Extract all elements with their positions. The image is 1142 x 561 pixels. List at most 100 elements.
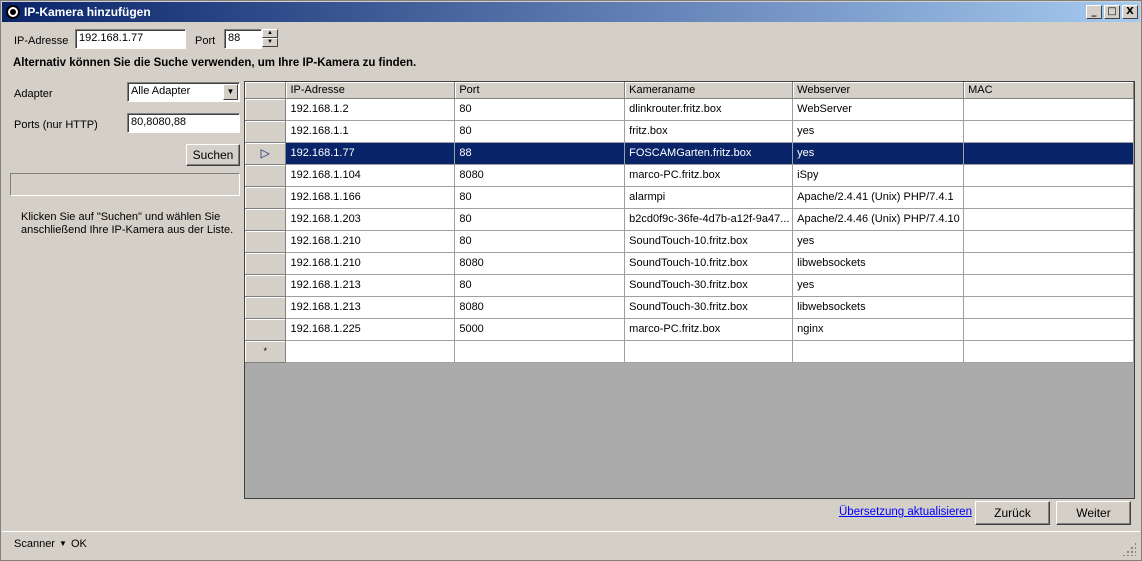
row-header[interactable] bbox=[245, 208, 287, 231]
update-translation-link[interactable]: Übersetzung aktualisieren bbox=[839, 506, 972, 518]
new-row-cell[interactable] bbox=[792, 340, 965, 363]
cell-ip[interactable]: 192.168.1.1 bbox=[285, 120, 456, 143]
cell-port[interactable]: 80 bbox=[454, 120, 626, 143]
cell-camera-name[interactable]: SoundTouch-30.fritz.box bbox=[624, 296, 794, 319]
table-row[interactable]: 192.168.1.166 80 alarmpi Apache/2.4.41 (Uni… bbox=[245, 186, 1134, 209]
search-button[interactable]: Suchen bbox=[186, 144, 240, 166]
close-button[interactable]: X bbox=[1122, 5, 1138, 19]
cell-port[interactable]: 80 bbox=[454, 186, 626, 209]
cell-mac[interactable] bbox=[963, 120, 1134, 143]
new-row-cell[interactable] bbox=[963, 340, 1134, 363]
cell-webserver[interactable]: libwebsockets bbox=[792, 252, 965, 275]
table-row[interactable]: 192.168.1.2 80 dlinkrouter.fritz.box WebSer… bbox=[245, 98, 1134, 121]
cell-ip[interactable]: 192.168.1.213 bbox=[285, 274, 456, 297]
table-row[interactable]: 192.168.1.210 80 SoundTouch-10.fritz.box ye… bbox=[245, 230, 1134, 253]
cell-mac[interactable] bbox=[963, 230, 1134, 253]
cell-mac[interactable] bbox=[963, 164, 1134, 187]
cell-webserver[interactable]: WebServer bbox=[792, 98, 965, 121]
cell-mac[interactable] bbox=[963, 98, 1134, 121]
cell-webserver[interactable]: nginx bbox=[792, 318, 965, 341]
cell-camera-name[interactable]: marco-PC.fritz.box bbox=[624, 318, 794, 341]
cell-webserver[interactable]: yes bbox=[792, 230, 965, 253]
new-row[interactable]: * bbox=[245, 340, 1134, 363]
cell-mac[interactable] bbox=[963, 186, 1134, 209]
adapter-select[interactable]: Alle Adapter ▼ bbox=[127, 82, 240, 102]
cell-port[interactable]: 88 bbox=[454, 142, 626, 165]
cell-mac[interactable] bbox=[963, 296, 1134, 319]
cell-mac[interactable] bbox=[963, 208, 1134, 231]
cell-camera-name[interactable]: alarmpi bbox=[624, 186, 794, 209]
cell-mac[interactable] bbox=[963, 142, 1134, 165]
table-row[interactable]: 192.168.1.203 80 b2cd0f9c-36fe-4d7b-a12f-9… bbox=[245, 208, 1134, 231]
table-row[interactable]: 192.168.1.104 8080 marco-PC.fritz.box iSpy bbox=[245, 164, 1134, 187]
table-row[interactable]: ▷ 192.168.1.77 88 FOSCAMGarten.fritz.box yes bbox=[245, 142, 1134, 165]
new-row-cell[interactable] bbox=[454, 340, 626, 363]
spin-down-icon[interactable]: ▼ bbox=[262, 38, 278, 47]
cell-ip[interactable]: 192.168.1.77 bbox=[285, 142, 456, 165]
title-bar[interactable]: IP-Kamera hinzufügen _ □ X bbox=[2, 2, 1140, 22]
cell-ip[interactable]: 192.168.1.210 bbox=[285, 230, 456, 253]
new-row-cell[interactable] bbox=[285, 340, 456, 363]
cell-webserver[interactable]: yes bbox=[792, 274, 965, 297]
row-header[interactable] bbox=[245, 230, 287, 253]
column-header-ip[interactable]: IP-Adresse bbox=[285, 82, 456, 99]
cell-port[interactable]: 80 bbox=[454, 208, 626, 231]
cell-webserver[interactable]: Apache/2.4.46 (Unix) PHP/7.4.10 bbox=[792, 208, 965, 231]
cell-port[interactable]: 8080 bbox=[454, 164, 626, 187]
column-header-webserver[interactable]: Webserver bbox=[792, 82, 965, 99]
cell-camera-name[interactable]: b2cd0f9c-36fe-4d7b-a12f-9a47... bbox=[624, 208, 794, 231]
ports-input[interactable]: 80,8080,88 bbox=[127, 113, 240, 133]
dropdown-caret-icon[interactable]: ▼ bbox=[59, 539, 67, 548]
cell-ip[interactable]: 192.168.1.213 bbox=[285, 296, 456, 319]
port-input[interactable]: 88 bbox=[224, 29, 262, 49]
column-header-camera-name[interactable]: Kameraname bbox=[624, 82, 794, 99]
cell-ip[interactable]: 192.168.1.166 bbox=[285, 186, 456, 209]
cell-camera-name[interactable]: marco-PC.fritz.box bbox=[624, 164, 794, 187]
cell-port[interactable]: 5000 bbox=[454, 318, 626, 341]
row-header[interactable] bbox=[245, 164, 287, 187]
row-header[interactable]: ▷ bbox=[245, 142, 287, 165]
row-header[interactable] bbox=[245, 296, 287, 319]
cell-port[interactable]: 80 bbox=[454, 98, 626, 121]
row-header[interactable] bbox=[245, 186, 287, 209]
new-row-cell[interactable] bbox=[624, 340, 794, 363]
cell-camera-name[interactable]: FOSCAMGarten.fritz.box bbox=[624, 142, 794, 165]
chevron-down-icon[interactable]: ▼ bbox=[223, 84, 238, 100]
cell-port[interactable]: 8080 bbox=[454, 296, 626, 319]
maximize-button[interactable]: □ bbox=[1104, 5, 1120, 19]
cell-ip[interactable]: 192.168.1.203 bbox=[285, 208, 456, 231]
table-row[interactable]: 192.168.1.210 8080 SoundTouch-10.fritz.box… bbox=[245, 252, 1134, 275]
table-row[interactable]: 192.168.1.213 8080 SoundTouch-30.fritz.box… bbox=[245, 296, 1134, 319]
port-stepper[interactable]: ▲ ▼ bbox=[262, 29, 278, 47]
cell-webserver[interactable]: libwebsockets bbox=[792, 296, 965, 319]
cell-camera-name[interactable]: dlinkrouter.fritz.box bbox=[624, 98, 794, 121]
cell-ip[interactable]: 192.168.1.210 bbox=[285, 252, 456, 275]
cell-ip[interactable]: 192.168.1.2 bbox=[285, 98, 456, 121]
row-header[interactable] bbox=[245, 98, 287, 121]
row-header[interactable] bbox=[245, 252, 287, 275]
column-header-port[interactable]: Port bbox=[454, 82, 626, 99]
cell-webserver[interactable]: iSpy bbox=[792, 164, 965, 187]
row-header[interactable] bbox=[245, 120, 287, 143]
cell-port[interactable]: 8080 bbox=[454, 252, 626, 275]
cell-camera-name[interactable]: SoundTouch-30.fritz.box bbox=[624, 274, 794, 297]
status-scanner-label[interactable]: Scanner bbox=[14, 538, 55, 550]
cell-mac[interactable] bbox=[963, 318, 1134, 341]
row-header[interactable] bbox=[245, 274, 287, 297]
cell-port[interactable]: 80 bbox=[454, 230, 626, 253]
column-header-mac[interactable]: MAC bbox=[963, 82, 1134, 99]
cell-camera-name[interactable]: SoundTouch-10.fritz.box bbox=[624, 252, 794, 275]
next-button[interactable]: Weiter bbox=[1056, 501, 1131, 525]
minimize-button[interactable]: _ bbox=[1086, 5, 1102, 19]
cell-port[interactable]: 80 bbox=[454, 274, 626, 297]
table-row[interactable]: 192.168.1.213 80 SoundTouch-30.fritz.box ye… bbox=[245, 274, 1134, 297]
table-row[interactable]: 192.168.1.1 80 fritz.box yes bbox=[245, 120, 1134, 143]
cell-webserver[interactable]: yes bbox=[792, 120, 965, 143]
ip-address-input[interactable]: 192.168.1.77 bbox=[75, 29, 186, 49]
cell-webserver[interactable]: Apache/2.4.41 (Unix) PHP/7.4.1 bbox=[792, 186, 965, 209]
cell-ip[interactable]: 192.168.1.104 bbox=[285, 164, 456, 187]
cell-ip[interactable]: 192.168.1.225 bbox=[285, 318, 456, 341]
resize-grip-icon[interactable] bbox=[1122, 542, 1136, 556]
table-row[interactable]: 192.168.1.225 5000 marco-PC.fritz.box nginx bbox=[245, 318, 1134, 341]
spin-up-icon[interactable]: ▲ bbox=[262, 29, 278, 38]
